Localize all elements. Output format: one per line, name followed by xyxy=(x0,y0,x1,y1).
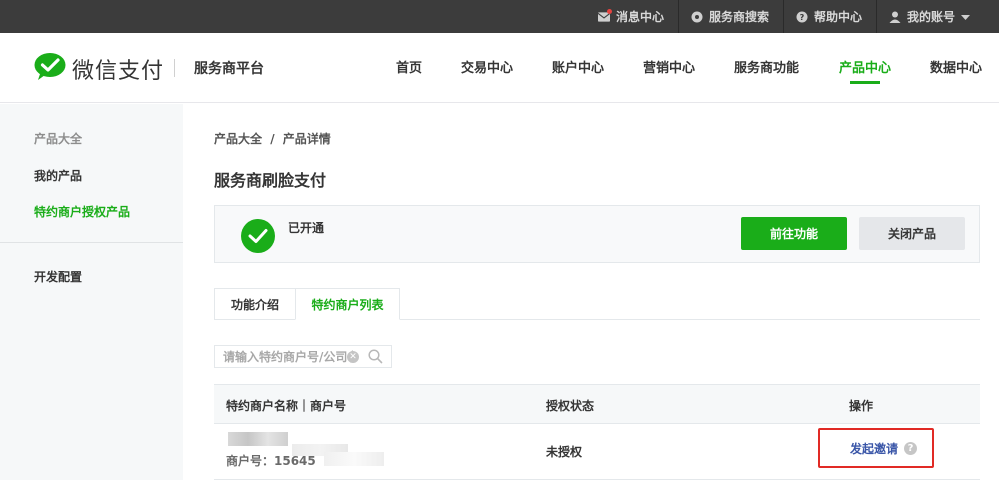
top-bar: 消息中心 服务商搜索 ? 帮助中心 我的账号 xyxy=(0,0,999,33)
message-center-link[interactable]: 消息中心 xyxy=(598,0,664,33)
main-header: 微信支付 服务商平台 首页 交易中心 账户中心 营销中心 服务商功能 产品中心 … xyxy=(0,33,999,103)
nav-trade-center[interactable]: 交易中心 xyxy=(461,57,513,76)
page-title: 服务商刷脸支付 xyxy=(214,171,327,190)
clear-icon[interactable]: ✕ xyxy=(347,351,359,363)
wechat-pay-logo[interactable]: 微信支付 xyxy=(34,53,164,85)
wechat-pay-logo-icon xyxy=(34,53,66,85)
nav-product-center[interactable]: 产品中心 xyxy=(839,57,891,76)
tab-feature-intro[interactable]: 功能介绍 xyxy=(214,288,296,320)
breadcrumb-current: 产品详情 xyxy=(282,132,331,146)
nav-account-center[interactable]: 账户中心 xyxy=(552,57,604,76)
help-question-icon[interactable]: ? xyxy=(904,442,917,455)
redacted-merchant-id xyxy=(324,452,384,466)
breadcrumb: 产品大全 / 产品详情 xyxy=(214,130,331,147)
help-center-link[interactable]: ? 帮助中心 xyxy=(796,0,862,33)
topbar-divider xyxy=(678,0,679,33)
breadcrumb-separator: / xyxy=(270,132,275,146)
svg-text:?: ? xyxy=(800,13,805,22)
help-center-label: 帮助中心 xyxy=(814,10,863,24)
breadcrumb-root[interactable]: 产品大全 xyxy=(214,132,262,146)
tab-bar: 功能介绍 特约商户列表 xyxy=(214,288,980,320)
nav-home[interactable]: 首页 xyxy=(396,57,422,76)
status-badge: 已开通 xyxy=(288,221,325,235)
logo-text: 微信支付 xyxy=(72,59,165,84)
nav-provider-functions[interactable]: 服务商功能 xyxy=(734,57,799,76)
envelope-icon xyxy=(598,8,612,23)
merchant-search: ✕ xyxy=(214,345,392,368)
go-to-function-button[interactable]: 前往功能 xyxy=(741,217,847,250)
check-circle-icon xyxy=(241,219,275,253)
user-icon xyxy=(889,11,901,23)
topbar-divider xyxy=(783,0,784,33)
column-auth-status: 授权状态 xyxy=(546,399,595,413)
sidebar-item-my-products[interactable]: 我的产品 xyxy=(34,167,82,184)
highlight-box: 发起邀请 ? xyxy=(818,428,934,468)
caret-down-icon xyxy=(961,10,971,24)
auth-status: 未授权 xyxy=(546,445,583,459)
search-icon[interactable] xyxy=(368,349,383,368)
table-header: 特约商户名称｜商户号 授权状态 操作 xyxy=(214,384,980,424)
search-input[interactable] xyxy=(215,346,353,367)
send-invite-link[interactable]: 发起邀请 xyxy=(850,440,898,457)
sidebar-divider xyxy=(0,242,183,243)
unread-dot-icon xyxy=(607,8,612,14)
close-product-button[interactable]: 关闭产品 xyxy=(859,217,965,250)
my-account-menu[interactable]: 我的账号 xyxy=(889,0,971,33)
redacted-merchant-name xyxy=(228,432,288,446)
nav-marketing-center[interactable]: 营销中心 xyxy=(643,57,695,76)
column-action: 操作 xyxy=(849,399,874,413)
product-status-panel: 已开通 前往功能 关闭产品 xyxy=(214,205,980,263)
column-merchant: 特约商户名称｜商户号 xyxy=(226,399,347,413)
tab-sub-merchant-list[interactable]: 特约商户列表 xyxy=(295,288,400,320)
sidebar-item-dev-config[interactable]: 开发配置 xyxy=(34,268,82,285)
nav-data-center[interactable]: 数据中心 xyxy=(930,57,982,76)
gear-icon xyxy=(691,11,703,23)
sidebar-group-products[interactable]: 产品大全 xyxy=(34,130,82,147)
topbar-divider xyxy=(876,0,877,33)
header-divider xyxy=(174,59,175,77)
merchant-id: 商户号：15645 xyxy=(226,454,316,468)
table-row: 商户号：15645 未授权 发起邀请 ? xyxy=(214,424,980,480)
question-icon: ? xyxy=(796,11,808,23)
my-account-label: 我的账号 xyxy=(907,10,956,24)
platform-name: 服务商平台 xyxy=(194,61,264,77)
sidebar-item-sub-merchant-products[interactable]: 特约商户授权产品 xyxy=(34,203,130,220)
message-center-label: 消息中心 xyxy=(616,10,665,24)
provider-search-link[interactable]: 服务商搜索 xyxy=(691,0,769,33)
nav-active-indicator xyxy=(850,81,880,84)
provider-search-label: 服务商搜索 xyxy=(709,10,770,24)
sidebar: 产品大全 我的产品 特约商户授权产品 开发配置 xyxy=(0,104,183,480)
